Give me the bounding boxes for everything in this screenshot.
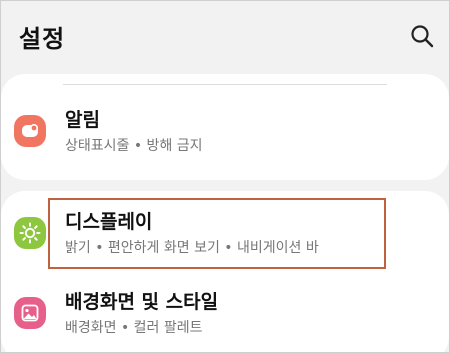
item-subtitle: 배경화면 • 컬러 팔레트 <box>65 320 203 336</box>
sun-icon <box>14 217 46 249</box>
search-icon <box>411 25 434 48</box>
settings-card-display: 디스플레이 밝기 • 편안하게 화면 보기 • 내비게이션 바 배경화면 및 스… <box>1 191 449 352</box>
image-icon <box>14 297 46 329</box>
settings-item-wallpaper[interactable]: 배경화면 및 스타일 배경화면 • 컬러 팔레트 <box>1 283 449 343</box>
item-label: 디스플레이 <box>65 211 153 233</box>
notification-icon <box>14 115 46 147</box>
item-subtitle: 상태표시줄 • 방해 금지 <box>65 138 203 154</box>
header: 설정 <box>1 1 449 67</box>
page-title: 설정 <box>19 25 66 53</box>
divider <box>63 84 387 85</box>
settings-item-notifications[interactable]: 알림 상태표시줄 • 방해 금지 <box>1 101 449 161</box>
item-label: 배경화면 및 스타일 <box>65 291 219 313</box>
settings-screen: 설정 알림 상태표시줄 • 방해 금지 디스플레이 밝기 • 편안하게 화면 보… <box>0 0 450 353</box>
settings-card-notifications: 알림 상태표시줄 • 방해 금지 <box>1 74 449 180</box>
item-subtitle: 밝기 • 편안하게 화면 보기 • 내비게이션 바 <box>65 240 319 256</box>
search-button[interactable] <box>409 23 435 49</box>
settings-item-display[interactable]: 디스플레이 밝기 • 편안하게 화면 보기 • 내비게이션 바 <box>1 203 449 263</box>
item-label: 알림 <box>65 109 100 131</box>
